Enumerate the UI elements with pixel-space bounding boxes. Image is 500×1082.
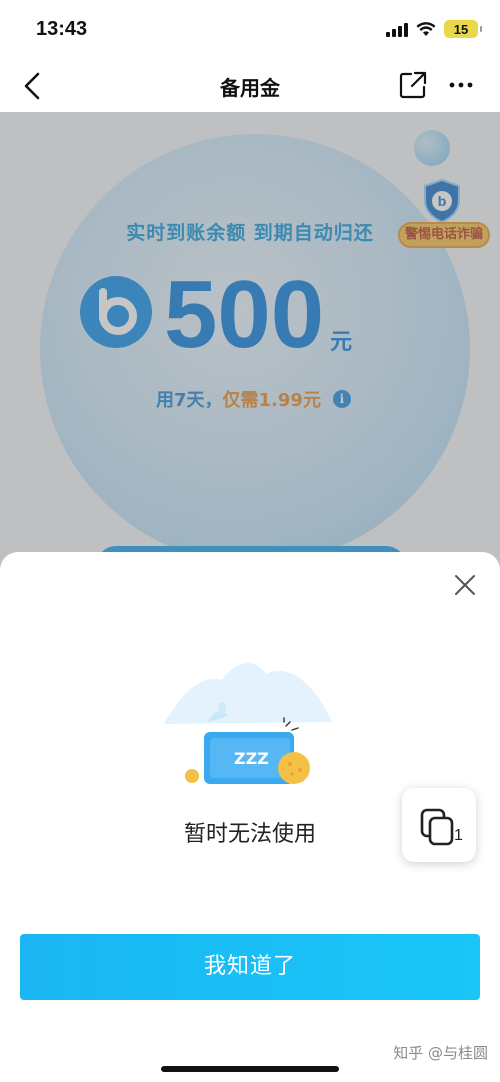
zzz-text: ZZZ xyxy=(234,749,269,768)
floating-window-button[interactable]: 1 xyxy=(402,788,476,862)
watermark: 知乎 @与桂圆 xyxy=(393,1044,488,1062)
battery-level: 15 xyxy=(453,21,469,37)
more-icon[interactable] xyxy=(448,70,474,100)
windows-icon: 1 xyxy=(420,808,463,846)
close-icon[interactable] xyxy=(452,572,478,598)
nav-bar: 备用金 xyxy=(0,60,500,112)
share-icon[interactable] xyxy=(398,70,428,100)
home-indicator[interactable] xyxy=(161,1066,339,1072)
acknowledge-button[interactable]: 我知道了 xyxy=(20,934,480,1000)
window-count: 1 xyxy=(454,827,463,844)
status-bar: 13:43 15 xyxy=(0,0,500,60)
status-time: 13:43 xyxy=(36,18,88,40)
signal-icon xyxy=(386,21,408,37)
battery-icon: 15 xyxy=(444,20,482,38)
wifi-icon xyxy=(416,22,436,36)
status-icons: 15 xyxy=(386,20,482,38)
sleeping-card-illustration: ZZZ xyxy=(164,663,332,784)
bottom-sheet-dialog: ZZZ 暂时无法使用 1 我知道了 知乎 @与桂圆 xyxy=(0,552,500,1082)
